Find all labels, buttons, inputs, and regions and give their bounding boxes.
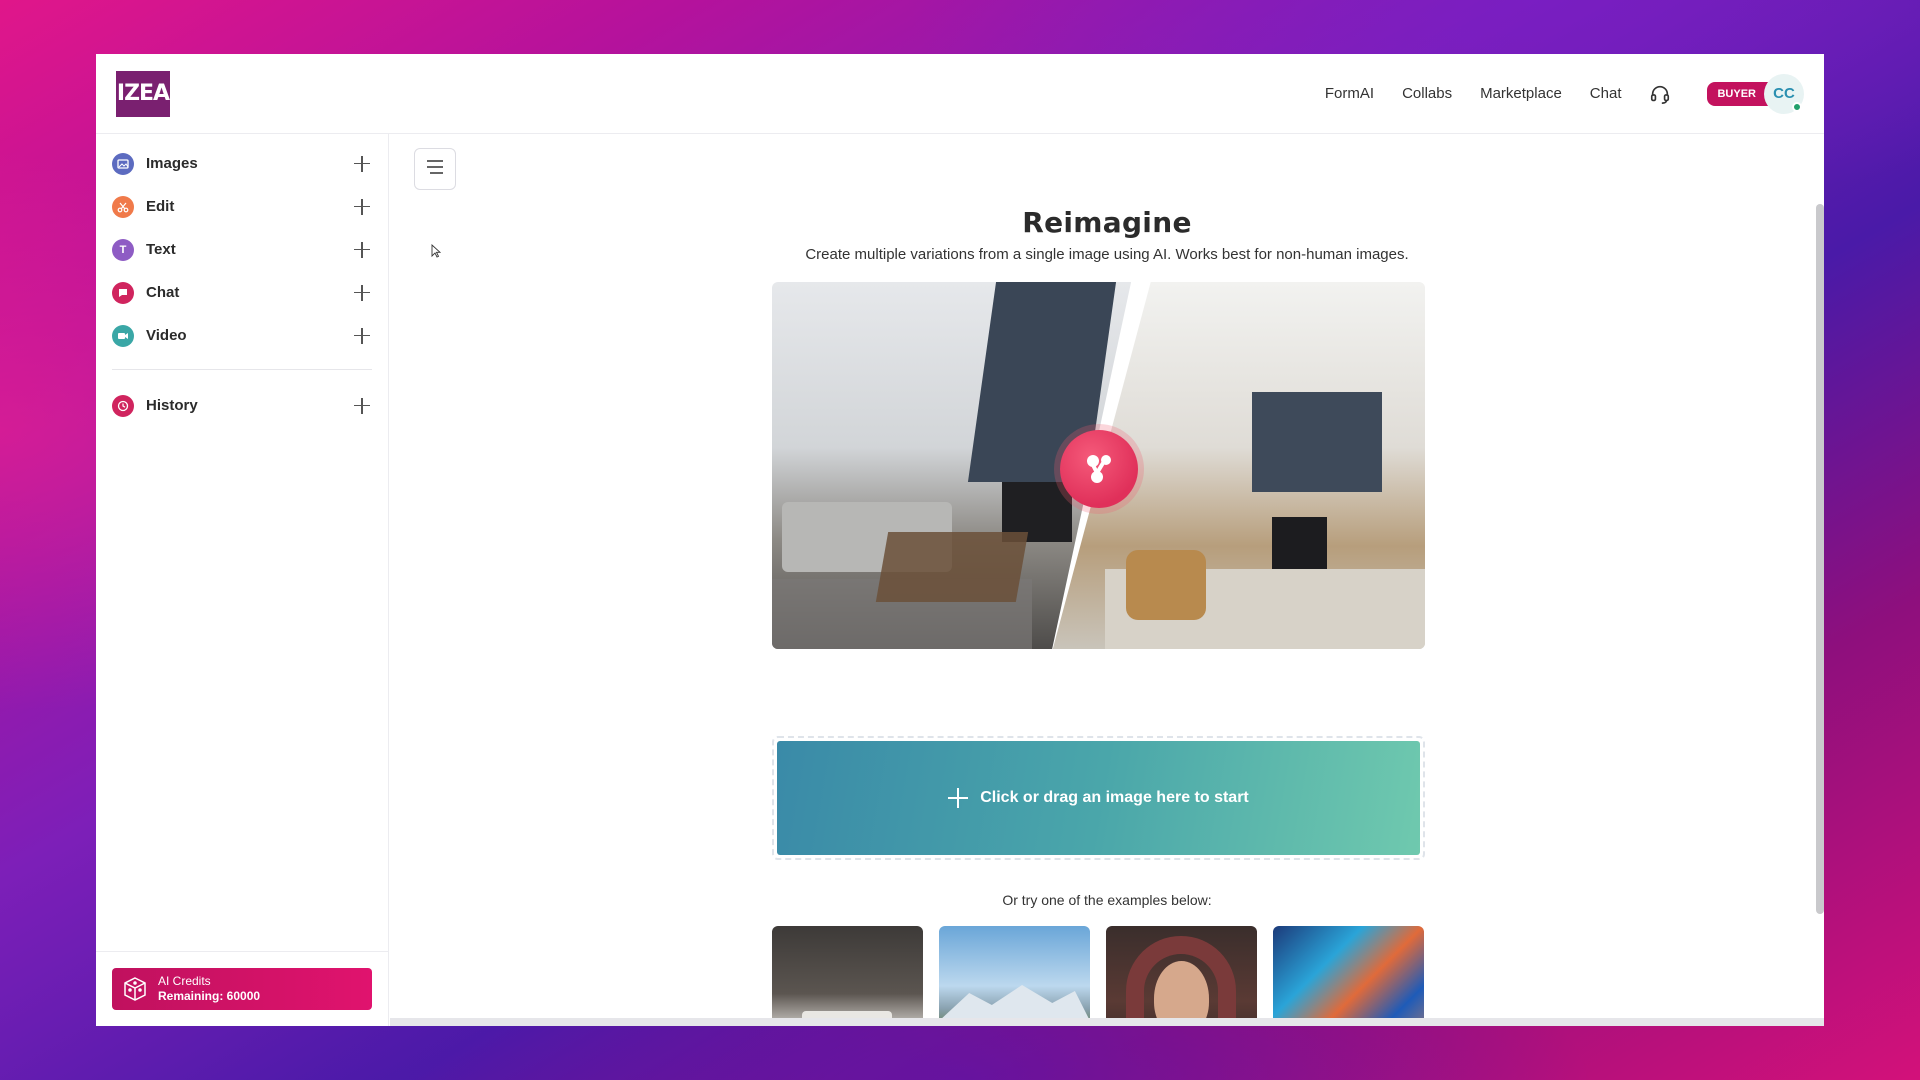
hamburger-icon — [426, 159, 444, 180]
mountain-peaks — [939, 985, 1090, 1021]
app-window: IZEA FormAI Collabs Marketplace Chat BUY… — [96, 54, 1824, 1026]
headset-support-icon[interactable] — [1649, 83, 1671, 105]
video-camera-icon — [112, 324, 134, 347]
credits-remaining: Remaining: 60000 — [158, 989, 261, 1003]
examples-label: Or try one of the examples below: — [1002, 892, 1212, 908]
page-subtitle: Create multiple variations from a single… — [805, 246, 1409, 263]
user-avatar[interactable]: CC — [1764, 73, 1804, 114]
hero-coffee-table — [875, 532, 1029, 602]
plus-icon[interactable] — [352, 154, 372, 174]
nav-chat[interactable]: Chat — [1590, 85, 1622, 102]
text-t-icon: T — [112, 238, 134, 261]
hero-accent-wall-right — [1252, 392, 1382, 492]
menu-toggle-button[interactable] — [414, 148, 456, 190]
example-portrait[interactable] — [1106, 926, 1257, 1026]
izea-logo[interactable]: IZEA — [116, 70, 170, 117]
account-switcher[interactable]: BUYER CC — [1707, 73, 1804, 114]
main-content: Reimagine Create multiple variations fro… — [390, 134, 1824, 1026]
nav-collabs[interactable]: Collabs — [1402, 85, 1452, 102]
top-bar: IZEA FormAI Collabs Marketplace Chat BUY… — [96, 54, 1824, 134]
sidebar-item-label: Video — [146, 327, 187, 344]
credits-dice-icon — [122, 976, 148, 1002]
plus-icon[interactable] — [352, 240, 372, 260]
face-shape — [1154, 961, 1209, 1026]
nav-marketplace[interactable]: Marketplace — [1480, 85, 1562, 102]
page-title: Reimagine — [1022, 206, 1192, 239]
example-abstract[interactable] — [1273, 926, 1424, 1026]
sidebar-item-video[interactable]: Video — [96, 314, 388, 357]
sidebar-item-label: Images — [146, 155, 198, 172]
credits-divider — [96, 951, 388, 952]
clock-icon — [112, 394, 134, 417]
sidebar-item-history[interactable]: History — [96, 384, 388, 427]
example-bedroom[interactable] — [772, 926, 923, 1026]
buyer-badge: BUYER — [1707, 81, 1768, 106]
hero-before-after-image — [772, 282, 1425, 649]
sidebar-item-label: Chat — [146, 284, 180, 301]
sidebar: Images Edit T Text Chat Video History AI… — [96, 134, 389, 1026]
upload-dropzone-border: Click or drag an image here to start — [772, 736, 1425, 860]
credits-text: AI Credits Remaining: 60000 — [158, 974, 260, 1004]
nav-formai[interactable]: FormAI — [1325, 85, 1374, 102]
scissors-icon — [112, 195, 134, 218]
images-icon — [112, 152, 134, 175]
sidebar-item-images[interactable]: Images — [96, 142, 388, 185]
sidebar-item-label: Text — [146, 241, 176, 258]
avatar-initials: CC — [1773, 85, 1795, 102]
examples-gallery — [772, 926, 1424, 1026]
sidebar-item-chat[interactable]: Chat — [96, 271, 388, 314]
plus-icon — [948, 788, 969, 808]
plus-icon[interactable] — [352, 197, 372, 217]
vertical-scrollbar[interactable] — [1816, 204, 1824, 914]
upload-dropzone[interactable]: Click or drag an image here to start — [777, 741, 1420, 855]
reimagine-logo-icon — [1060, 430, 1138, 508]
chat-bubble-icon — [112, 281, 134, 304]
sidebar-item-label: History — [146, 397, 198, 414]
credits-title: AI Credits — [158, 974, 211, 988]
sidebar-item-label: Edit — [146, 198, 175, 215]
plus-icon[interactable] — [352, 396, 372, 416]
dropzone-label: Click or drag an image here to start — [980, 789, 1249, 806]
ai-credits-panel[interactable]: AI Credits Remaining: 60000 — [112, 968, 372, 1010]
horizontal-scrollbar[interactable] — [390, 1018, 1824, 1026]
sidebar-item-text[interactable]: T Text — [96, 228, 388, 271]
plus-icon[interactable] — [352, 326, 372, 346]
sidebar-item-edit[interactable]: Edit — [96, 185, 388, 228]
example-mountain[interactable] — [939, 926, 1090, 1026]
hero-fireplace-right — [1272, 517, 1327, 577]
sidebar-divider — [112, 369, 372, 370]
hero-round-table — [1126, 550, 1206, 620]
online-status-indicator — [1792, 101, 1802, 112]
top-nav: FormAI Collabs Marketplace Chat BUYER CC — [1325, 73, 1804, 114]
plus-icon[interactable] — [352, 283, 372, 303]
